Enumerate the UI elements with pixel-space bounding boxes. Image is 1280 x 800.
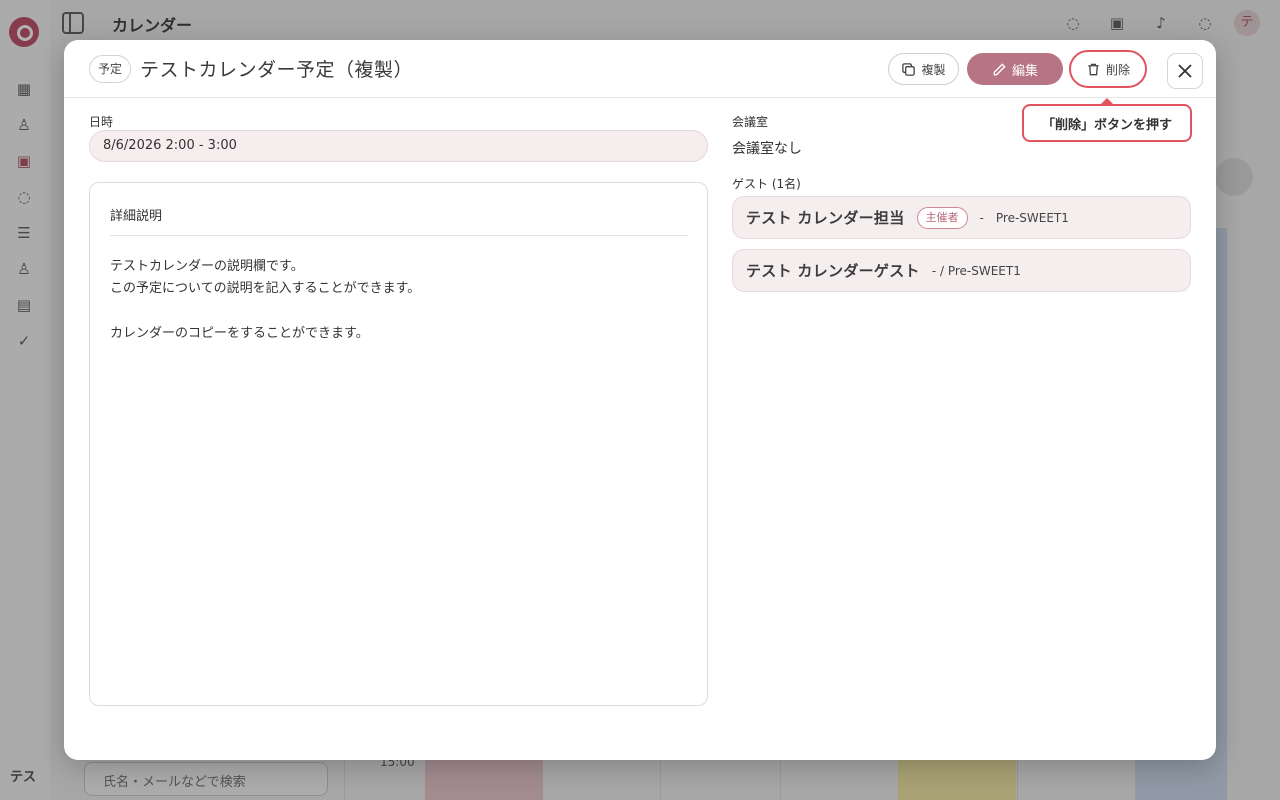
room-label: 会議室 — [732, 115, 769, 129]
duplicate-button-label: 複製 — [921, 62, 946, 77]
close-icon — [1178, 64, 1192, 78]
guests-label: ゲスト (1名) — [732, 177, 801, 191]
description-line: この予定についての説明を記入することができます。 — [110, 281, 421, 296]
event-detail-modal: 予定 テストカレンダー予定（複製） 複製 編集 削除 「削除」ボタンを押す 日時… — [64, 40, 1216, 760]
room-value: 会議室なし — [732, 141, 802, 157]
duplicate-button[interactable]: 複製 — [888, 53, 959, 85]
guest-name: テスト カレンダーゲスト — [746, 262, 920, 280]
divider — [110, 235, 688, 236]
edit-button-label: 編集 — [1011, 63, 1038, 79]
modal-header: 予定 テストカレンダー予定（複製） 複製 編集 削除 — [64, 40, 1216, 98]
event-type-badge: 予定 — [89, 55, 131, 83]
delete-button-label: 削除 — [1105, 62, 1130, 77]
close-button[interactable] — [1167, 53, 1203, 89]
datetime-value: 8/6/2026 2:00 - 3:00 — [89, 130, 708, 162]
guest-name: テスト カレンダー担当 — [746, 209, 905, 227]
datetime-label: 日時 — [89, 115, 114, 129]
delete-hint-tooltip: 「削除」ボタンを押す — [1022, 104, 1192, 142]
description-card: 詳細説明 テストカレンダーの説明欄です。 この予定についての説明を記入することが… — [89, 182, 708, 706]
guest-organization: - / Pre-SWEET1 — [931, 263, 1021, 278]
copy-icon — [902, 62, 916, 76]
delete-button[interactable]: 削除 — [1069, 50, 1147, 88]
description-line: カレンダーのコピーをすることができます。 — [110, 326, 369, 341]
edit-button[interactable]: 編集 — [967, 53, 1063, 85]
guest-item[interactable]: テスト カレンダー担当 主催者 - Pre-SWEET1 — [732, 196, 1191, 239]
guest-organization: Pre-SWEET1 — [995, 210, 1069, 225]
pencil-icon — [993, 62, 1006, 75]
description-title: 詳細説明 — [110, 209, 163, 224]
trash-icon — [1088, 63, 1099, 75]
guest-item[interactable]: テスト カレンダーゲスト - / Pre-SWEET1 — [732, 249, 1191, 292]
guest-dash: - — [979, 210, 984, 225]
description-line: テストカレンダーの説明欄です。 — [110, 259, 304, 274]
organizer-badge: 主催者 — [916, 206, 968, 229]
event-title: テストカレンダー予定（複製） — [140, 59, 414, 81]
